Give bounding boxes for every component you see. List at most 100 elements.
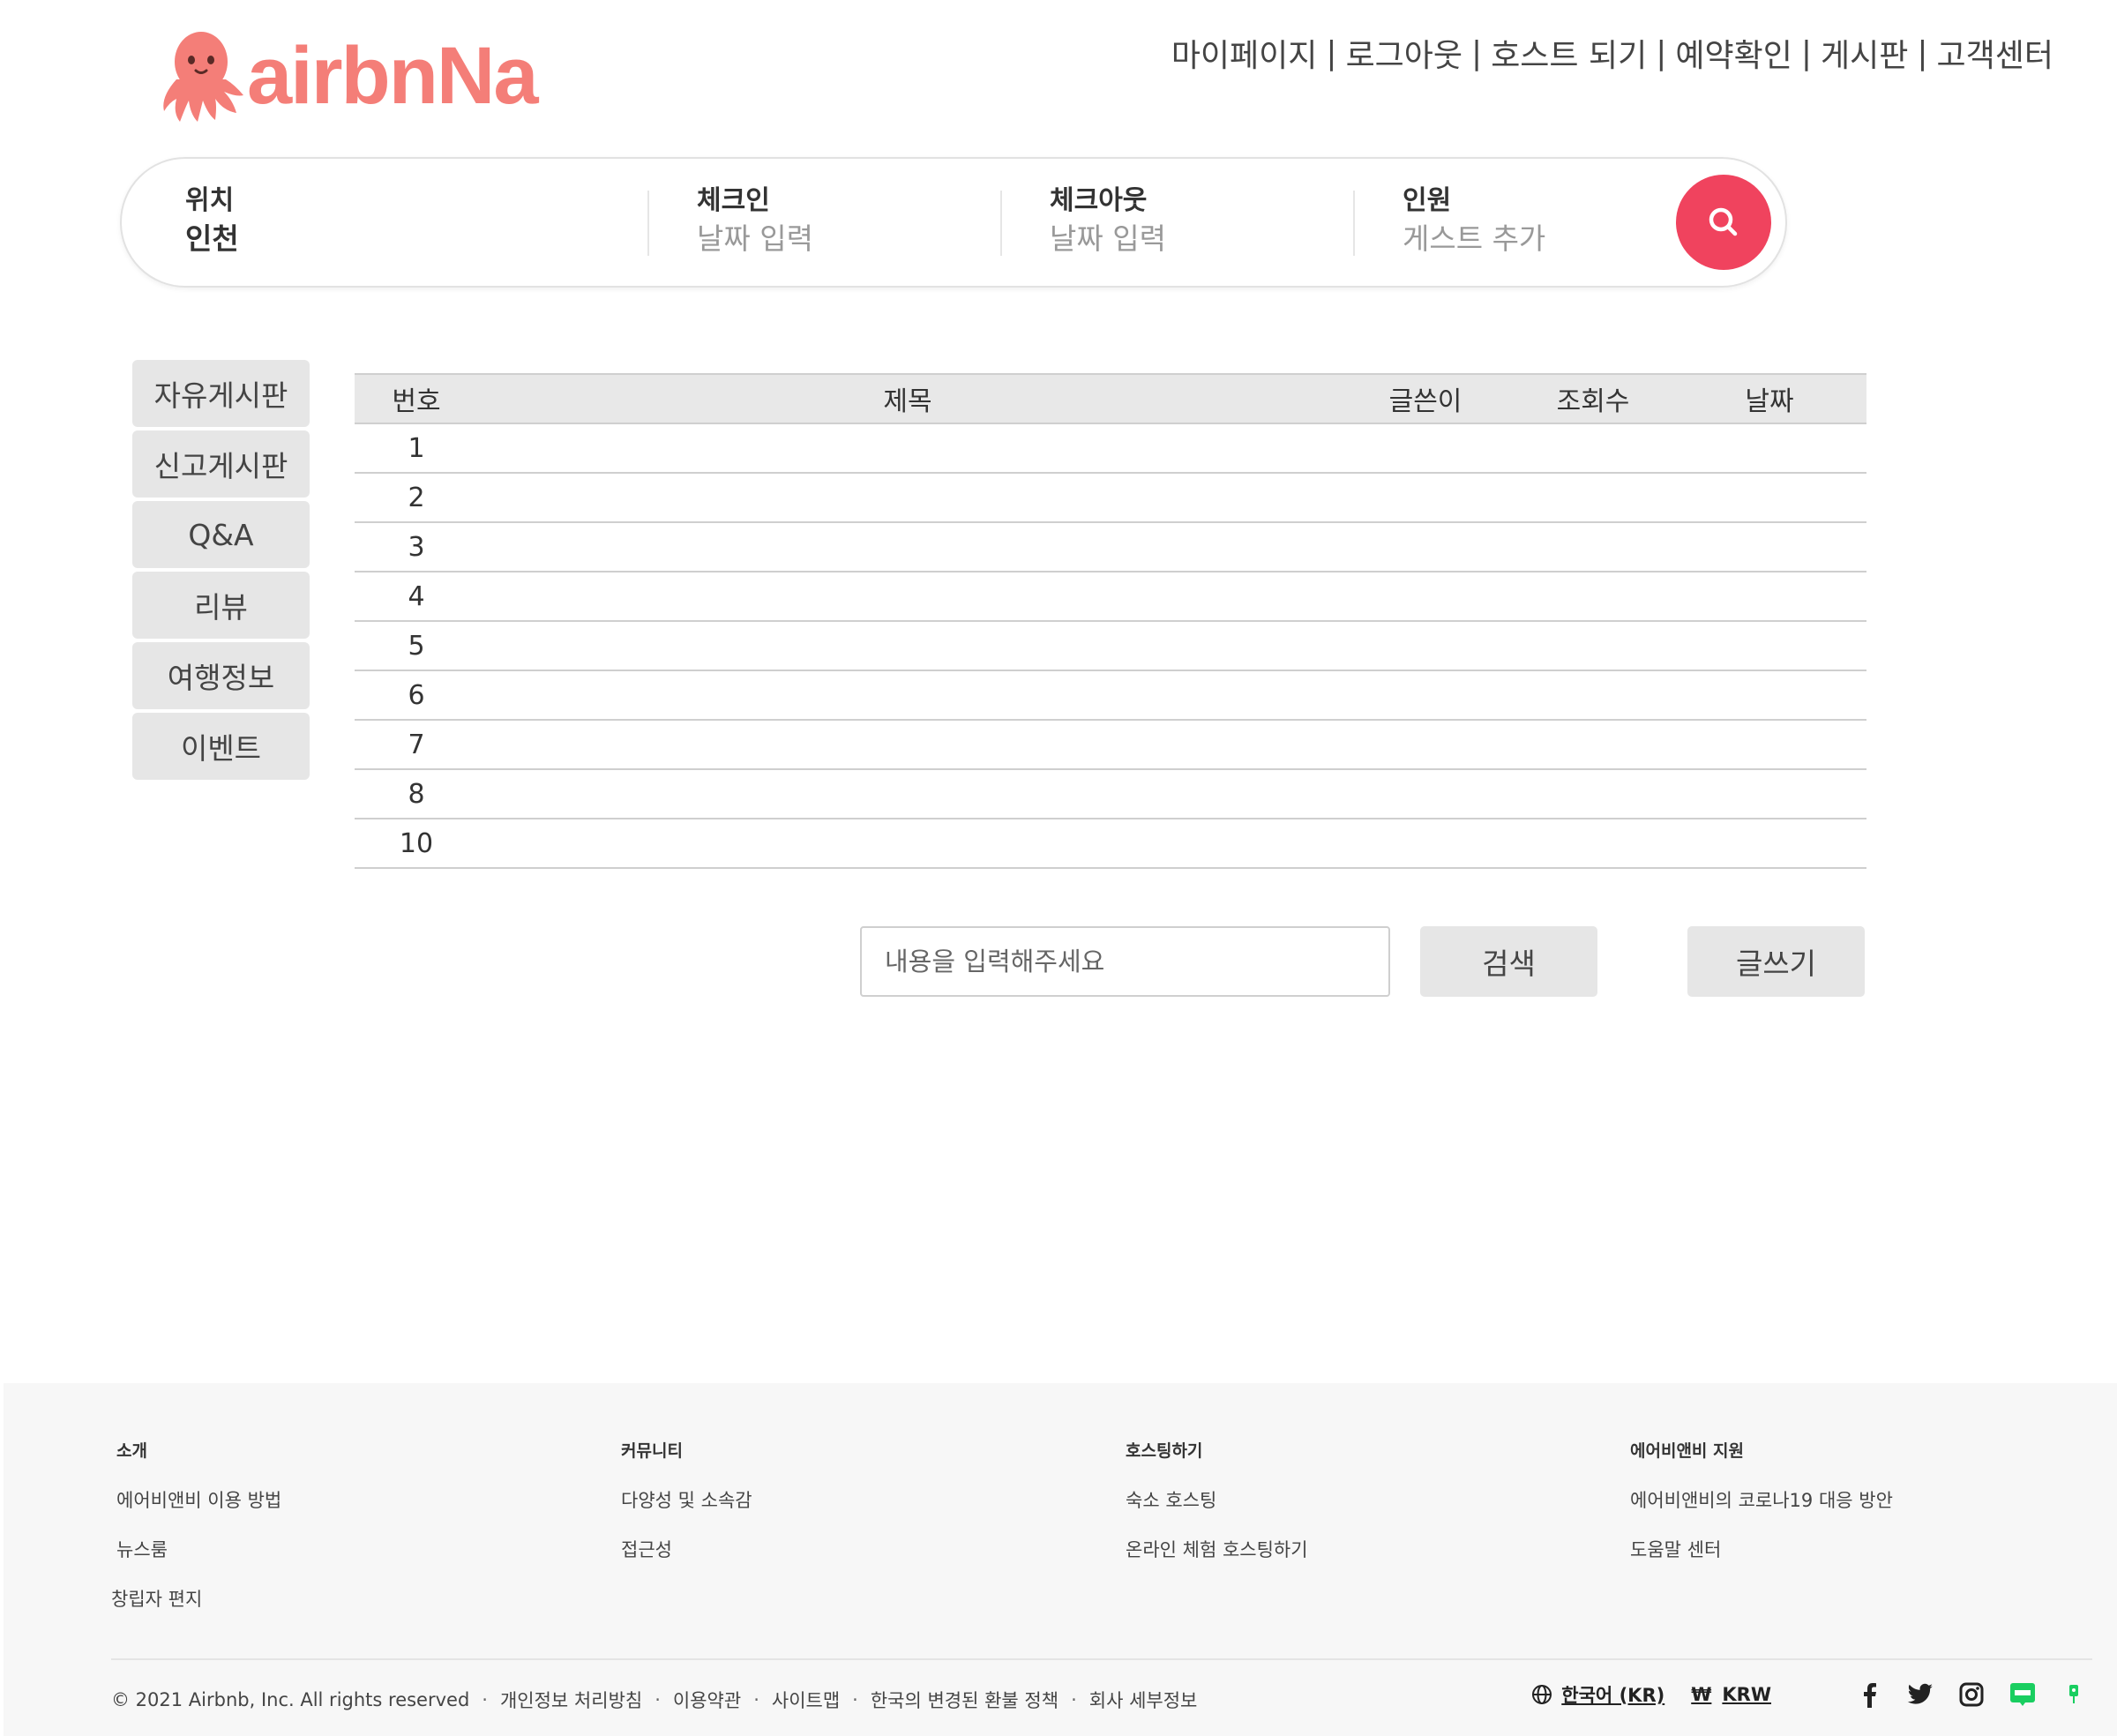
footer-legal: © 2021 Airbnb, Inc. All rights reserved … xyxy=(111,1687,1197,1713)
search-divider xyxy=(1353,191,1355,256)
naver-blog-icon[interactable] xyxy=(2008,1680,2038,1710)
footer-column-title: 에어비앤비 지원 xyxy=(1630,1441,1744,1461)
write-post-button[interactable]: 글쓰기 xyxy=(1687,926,1865,997)
guests-field[interactable]: 인원 게스트 추가 xyxy=(1403,183,1649,259)
instagram-icon[interactable] xyxy=(1956,1680,1986,1710)
copyright-text: © 2021 Airbnb, Inc. All rights reserved xyxy=(111,1689,470,1710)
twitter-icon[interactable] xyxy=(1905,1680,1935,1710)
search-bar: 위치 인천 체크인 날짜 입력 체크아웃 날짜 입력 인원 게스트 추가 xyxy=(120,157,1787,288)
table-row[interactable]: 4 xyxy=(355,572,1866,622)
privacy-policy-link[interactable]: 개인정보 처리방침 xyxy=(500,1687,642,1713)
footer-link[interactable]: 창립자 편지 xyxy=(111,1585,281,1612)
table-row[interactable]: 7 xyxy=(355,721,1866,770)
separator-dot: · xyxy=(1071,1689,1077,1710)
footer-link[interactable]: 에어비앤비의 코로나19 대응 방안 xyxy=(1630,1486,1893,1513)
search-submit-button[interactable] xyxy=(1676,175,1771,270)
table-row[interactable]: 10 xyxy=(355,819,1866,869)
facebook-icon[interactable] xyxy=(1854,1680,1884,1710)
footer-link[interactable]: 에어비앤비 이용 방법 xyxy=(116,1486,281,1513)
board-table: 번호 제목 글쓴이 조회수 날짜 1 2 3 4 5 6 7 8 10 xyxy=(355,373,1866,869)
naver-post-icon[interactable] xyxy=(2059,1680,2089,1710)
footer-column-title: 호스팅하기 xyxy=(1126,1441,1203,1461)
logo[interactable]: airbnNa xyxy=(157,26,539,125)
table-row[interactable]: 2 xyxy=(355,474,1866,523)
board-search-button[interactable]: 검색 xyxy=(1420,926,1597,997)
nav-separator: | xyxy=(1656,34,1667,71)
row-number: 2 xyxy=(408,482,425,513)
sidebar-item-qna[interactable]: Q&A xyxy=(132,501,310,568)
nav-separator: | xyxy=(1917,34,1928,71)
footer-divider xyxy=(111,1658,2092,1660)
footer-column-about: 소개 에어비앤비 이용 방법 뉴스룸 창립자 편지 xyxy=(111,1438,281,1635)
terms-link[interactable]: 이용약관 xyxy=(673,1687,741,1713)
footer-link[interactable]: 뉴스룸 xyxy=(116,1536,281,1562)
sidebar-item-free-board[interactable]: 자유게시판 xyxy=(132,360,310,427)
row-number: 1 xyxy=(408,432,425,464)
nav-separator: | xyxy=(1326,34,1337,71)
location-field[interactable]: 위치 인천 xyxy=(185,183,573,259)
row-number: 6 xyxy=(408,679,425,711)
location-value[interactable]: 인천 xyxy=(185,219,573,259)
row-number: 10 xyxy=(399,827,434,859)
column-header-number: 번호 xyxy=(392,386,441,417)
social-links xyxy=(1833,1680,2089,1710)
table-body: 1 2 3 4 5 6 7 8 10 xyxy=(355,424,1866,869)
row-number: 7 xyxy=(408,729,425,760)
nav-customer-center[interactable]: 고객센터 xyxy=(1937,30,2053,76)
checkin-field[interactable]: 체크인 날짜 입력 xyxy=(697,183,961,259)
language-selector[interactable]: 한국어 (KR) xyxy=(1531,1681,1664,1708)
currency-label: KRW xyxy=(1722,1684,1771,1705)
sidebar-item-review[interactable]: 리뷰 xyxy=(132,572,310,639)
nav-mypage[interactable]: 마이페이지 xyxy=(1171,30,1318,76)
footer-locale-social: 한국어 (KR) ₩ KRW xyxy=(1531,1680,2089,1710)
column-header-date: 날짜 xyxy=(1745,386,1794,417)
board-search-input[interactable] xyxy=(860,926,1390,997)
table-row[interactable]: 8 xyxy=(355,770,1866,819)
nav-become-host[interactable]: 호스트 되기 xyxy=(1491,30,1647,76)
table-row[interactable]: 1 xyxy=(355,424,1866,474)
column-header-title: 제목 xyxy=(883,386,932,417)
nav-board[interactable]: 게시판 xyxy=(1821,30,1908,76)
footer-link[interactable]: 접근성 xyxy=(621,1536,752,1562)
footer-link[interactable]: 숙소 호스팅 xyxy=(1126,1486,1308,1513)
table-header: 번호 제목 글쓴이 조회수 날짜 xyxy=(355,373,1866,424)
board-sidebar: 자유게시판 신고게시판 Q&A 리뷰 여행정보 이벤트 xyxy=(132,360,310,783)
row-number: 4 xyxy=(408,580,425,612)
sitemap-link[interactable]: 사이트맵 xyxy=(772,1687,840,1713)
nav-logout[interactable]: 로그아웃 xyxy=(1346,30,1462,76)
search-divider xyxy=(647,191,649,256)
refund-policy-link[interactable]: 한국의 변경된 환불 정책 xyxy=(871,1687,1058,1713)
guests-value[interactable]: 게스트 추가 xyxy=(1403,219,1649,259)
currency-symbol: ₩ xyxy=(1691,1684,1712,1705)
footer-column-title: 소개 xyxy=(116,1441,147,1461)
sidebar-item-event[interactable]: 이벤트 xyxy=(132,713,310,780)
currency-selector[interactable]: ₩ KRW xyxy=(1691,1684,1771,1705)
nav-reservations[interactable]: 예약확인 xyxy=(1675,30,1792,76)
column-header-writer: 글쓴이 xyxy=(1388,386,1462,417)
octopus-mascot-icon xyxy=(163,32,243,122)
row-number: 8 xyxy=(408,778,425,810)
sidebar-item-travel-info[interactable]: 여행정보 xyxy=(132,642,310,709)
footer-column-title: 커뮤니티 xyxy=(621,1441,683,1461)
checkout-field[interactable]: 체크아웃 날짜 입력 xyxy=(1050,183,1314,259)
table-row[interactable]: 3 xyxy=(355,523,1866,572)
footer-link[interactable]: 온라인 체험 호스팅하기 xyxy=(1126,1536,1308,1562)
table-row[interactable]: 6 xyxy=(355,671,1866,721)
checkin-label: 체크인 xyxy=(697,185,770,216)
footer-column-community: 커뮤니티 다양성 및 소속감 접근성 xyxy=(621,1438,752,1585)
separator-dot: · xyxy=(482,1689,488,1710)
column-header-views: 조회수 xyxy=(1556,386,1630,417)
footer-link[interactable]: 도움말 센터 xyxy=(1630,1536,1893,1562)
checkin-value[interactable]: 날짜 입력 xyxy=(697,219,961,259)
footer-link[interactable]: 다양성 및 소속감 xyxy=(621,1486,752,1513)
globe-icon xyxy=(1532,1685,1552,1704)
table-row[interactable]: 5 xyxy=(355,622,1866,671)
language-label: 한국어 (KR) xyxy=(1561,1685,1665,1706)
separator-dot: · xyxy=(852,1689,858,1710)
company-details-link[interactable]: 회사 세부정보 xyxy=(1089,1687,1198,1713)
logo-text: airbnNa xyxy=(247,31,539,121)
sidebar-item-report-board[interactable]: 신고게시판 xyxy=(132,430,310,498)
checkout-value[interactable]: 날짜 입력 xyxy=(1050,219,1314,259)
nav-separator: | xyxy=(1471,34,1483,71)
separator-dot: · xyxy=(753,1689,759,1710)
